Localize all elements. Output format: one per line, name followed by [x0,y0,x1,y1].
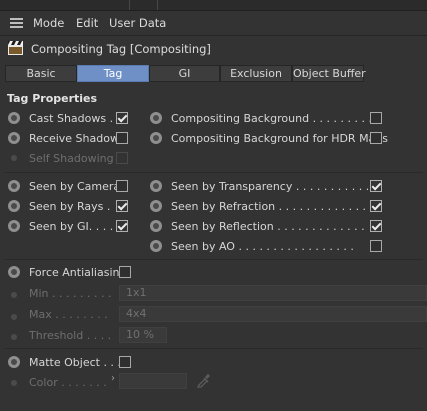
min-field: 1x1 [119,285,427,301]
max-field: 4x4 [119,306,427,322]
animate-radio[interactable] [150,220,162,232]
self-shadowing-checkbox [116,152,128,164]
tab-exclusion[interactable]: Exclusion [220,65,292,82]
section-title: Tag Properties [7,92,98,105]
menu-bar: Mode Edit User Data [0,11,427,36]
animate-radio-disabled [11,334,17,340]
min-label: Min . . . . . . . . . [29,287,112,300]
chevron-right-icon[interactable]: › [111,373,115,384]
animate-radio[interactable] [150,132,162,144]
seen-by-ao-label: Seen by AO . . . . . . . . . . . . . . .… [171,240,354,253]
animate-radio[interactable] [8,356,20,368]
divider [4,348,423,349]
seen-by-rays-checkbox[interactable] [116,200,128,212]
compositing-background-checkbox[interactable] [370,112,382,124]
seen-by-camera-checkbox[interactable] [116,180,128,192]
top-strip [0,0,427,11]
seen-by-gi-label: Seen by GI. . . . [29,220,114,233]
divider [4,259,423,260]
animate-radio[interactable] [150,112,162,124]
animate-radio[interactable] [8,200,20,212]
tab-basic[interactable]: Basic [5,65,77,82]
tab-gi[interactable]: GI [149,65,220,82]
divider [4,172,423,173]
animate-radio[interactable] [8,266,20,278]
force-antialiasing-checkbox[interactable] [119,266,131,278]
seen-by-refraction-label: Seen by Refraction . . . . . . . . . . .… [171,200,367,213]
seen-by-ao-checkbox[interactable] [370,240,382,252]
menu-user-data[interactable]: User Data [109,16,166,30]
hamburger-menu-icon[interactable] [10,18,23,28]
object-header: Compositing Tag [Compositing] [0,38,427,60]
force-antialiasing-label: Force Antialiasing [29,266,127,279]
animate-radio-disabled [11,155,17,161]
eyedropper-icon [196,374,210,388]
animate-radio[interactable] [150,240,162,252]
animate-radio[interactable] [150,200,162,212]
self-shadowing-label: Self Shadowing [29,152,114,165]
tab-object-buffer[interactable]: Object Buffer [292,65,366,82]
seen-by-transparency-label: Seen by Transparency . . . . . . . . . .… [171,180,377,193]
seen-by-reflection-checkbox[interactable] [370,220,382,232]
receive-shadows-checkbox[interactable] [116,132,128,144]
max-label: Max . . . . . . . . [29,308,108,321]
compositing-background-hdr-label: Compositing Background for HDR Maps [171,132,389,145]
seen-by-camera-label: Seen by Camera [29,180,121,193]
animate-radio-disabled [11,380,17,386]
clapperboard-icon [8,41,23,55]
seen-by-transparency-checkbox[interactable] [370,180,382,192]
compositing-background-label: Compositing Background . . . . . . . . . [171,112,373,125]
menu-edit[interactable]: Edit [76,16,98,30]
animate-radio-disabled [11,292,17,298]
cast-shadows-label: Cast Shadows . [29,112,114,125]
matte-object-checkbox[interactable] [119,356,131,368]
page-title: Compositing Tag [Compositing] [31,42,211,56]
animate-radio[interactable] [8,220,20,232]
tab-tag[interactable]: Tag [77,65,149,82]
seen-by-refraction-checkbox[interactable] [370,200,382,212]
menu-mode[interactable]: Mode [33,16,64,30]
threshold-field: 10 % [119,327,167,343]
animate-radio[interactable] [8,112,20,124]
color-label: Color . . . . . . . [29,376,107,389]
animate-radio[interactable] [8,132,20,144]
seen-by-rays-label: Seen by Rays . [29,200,111,213]
receive-shadows-label: Receive Shadows [29,132,125,145]
seen-by-reflection-label: Seen by Reflection . . . . . . . . . . .… [171,220,365,233]
seen-by-gi-checkbox[interactable] [116,220,128,232]
animate-radio[interactable] [8,180,20,192]
color-swatch [119,373,187,389]
cast-shadows-checkbox[interactable] [116,112,128,124]
compositing-background-hdr-checkbox[interactable] [370,132,382,144]
threshold-label: Threshold . . . . [29,329,112,342]
animate-radio[interactable] [150,180,162,192]
animate-radio-disabled [11,314,17,320]
matte-object-label: Matte Object . . . [29,356,121,369]
